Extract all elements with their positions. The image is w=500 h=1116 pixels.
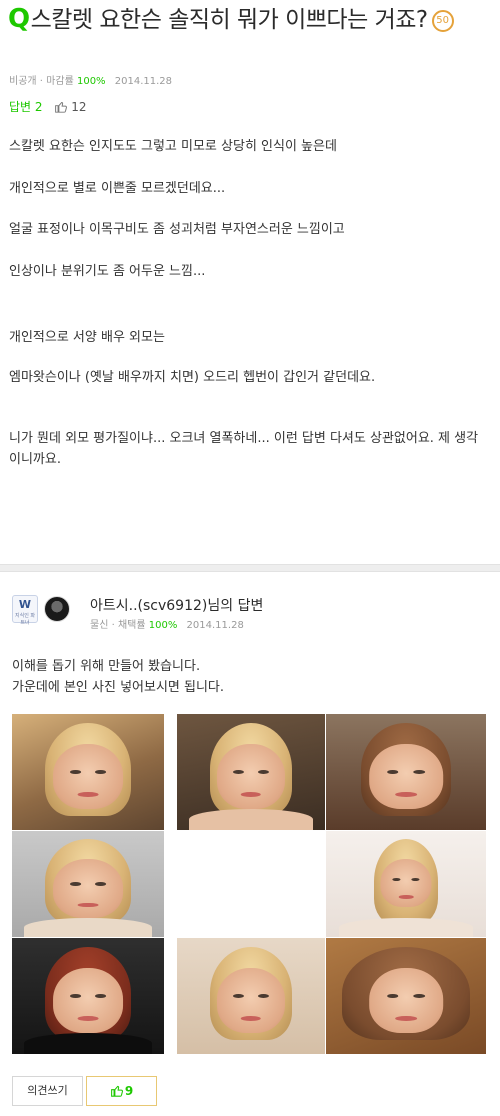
photo-face <box>53 744 123 810</box>
collage-photo <box>326 714 486 830</box>
adopt-rate-label: 채택률 <box>117 620 146 631</box>
answer-line-1: 이해를 돕기 위해 만들어 봤습니다. <box>12 659 201 674</box>
body-line-5: 개인적으로 서양 배우 외모는 <box>9 330 165 345</box>
body-line-1: 스칼렛 요한슨 인지도도 그렇고 미모로 상당히 인식이 높은데 <box>9 139 337 154</box>
like-count: 9 <box>124 1084 134 1098</box>
close-rate-label: 마감률 <box>46 76 74 87</box>
collage-photo <box>12 938 164 1054</box>
photo-shoulders <box>24 1033 152 1054</box>
photo-face <box>380 858 432 908</box>
collage-photo <box>326 938 486 1054</box>
answer-date: 2014.11.28 <box>186 620 244 631</box>
close-rate-value: 100% <box>76 76 106 87</box>
question-title-text: 스칼렛 요한슨 솔직히 뭐가 이쁘다는 거죠? <box>30 7 428 33</box>
meta-separator: · <box>39 76 43 87</box>
photo-shoulders <box>338 917 474 937</box>
photo-face <box>369 968 443 1034</box>
answer-author[interactable]: 아트시..(scv6912)님의 답변 <box>90 595 263 615</box>
visibility-label: 비공개 <box>9 76 37 87</box>
section-divider <box>0 564 500 572</box>
photo-shoulders <box>188 809 314 830</box>
question-stats: 답변 2 12 <box>9 98 86 115</box>
photo-shoulders <box>24 917 152 937</box>
question-title: Q스칼렛 요한슨 솔직히 뭐가 이쁘다는 거죠? 50 <box>8 4 488 36</box>
photo-collage <box>12 714 486 1054</box>
answer-meta: 물신 · 채택률 100% 2014.11.28 <box>90 616 244 631</box>
collage-photo <box>12 831 164 937</box>
author-rank: 물신 <box>90 620 109 631</box>
center-empty-slot <box>177 831 325 937</box>
collage-photo <box>177 714 325 830</box>
thumbs-up-icon[interactable] <box>54 100 68 113</box>
collage-photo <box>177 938 325 1054</box>
answer-count-link[interactable]: 답변 2 <box>9 100 43 114</box>
points-badge: 50 <box>431 10 454 32</box>
adopt-rate-value: 100% <box>148 620 178 631</box>
photo-face <box>53 858 123 918</box>
badge-text: 지식인 파트너 <box>15 613 35 626</box>
answer-header: W 지식인 파트너 아트시..(scv6912)님의 답변 물신 · 채택률 1… <box>0 582 500 642</box>
answer-line-2: 가운데에 본인 사진 넣어보시면 됩니다. <box>12 680 225 695</box>
photo-face <box>216 744 286 810</box>
collage-photo <box>12 714 164 830</box>
body-line-2: 개인적으로 별로 이쁜줄 모르겠던데요... <box>9 181 226 196</box>
photo-face <box>53 968 123 1034</box>
like-button[interactable]: 9 <box>86 1076 157 1106</box>
answer-text: 이해를 돕기 위해 만들어 봤습니다. 가운데에 본인 사진 넣어보시면 됩니다… <box>12 656 224 698</box>
badge-letter: W <box>18 598 32 611</box>
body-line-3: 얼굴 표정이나 이목구비도 좀 성괴처럼 부자연스러운 느낌이고 <box>9 222 345 237</box>
body-line-7: 니가 뭔데 외모 평가질이냐... 오크녀 열폭하네... 이런 답변 다셔도 … <box>9 431 479 467</box>
answer-actions: 의견쓰기 9 <box>0 1068 500 1116</box>
body-line-6: 엠마왓슨이나 (옛날 배우까지 치면) 오드리 헵번이 갑인거 같던데요. <box>9 370 376 385</box>
collage-photo <box>326 831 486 937</box>
body-line-4: 인상이나 분위기도 좀 어두운 느낌... <box>9 264 206 279</box>
question-meta: 비공개 · 마감률 100% 2014.11.28 <box>9 72 172 87</box>
avatar[interactable] <box>44 596 70 622</box>
meta-separator: · <box>111 620 115 631</box>
write-opinion-button[interactable]: 의견쓰기 <box>12 1076 83 1106</box>
question-like-count: 12 <box>71 100 87 114</box>
photo-face <box>216 968 286 1034</box>
partner-badge-icon: W 지식인 파트너 <box>12 595 38 626</box>
question-date: 2014.11.28 <box>114 76 173 87</box>
thumbs-up-icon <box>110 1085 123 1097</box>
question-q-icon: Q <box>8 4 30 34</box>
photo-face <box>369 744 443 810</box>
